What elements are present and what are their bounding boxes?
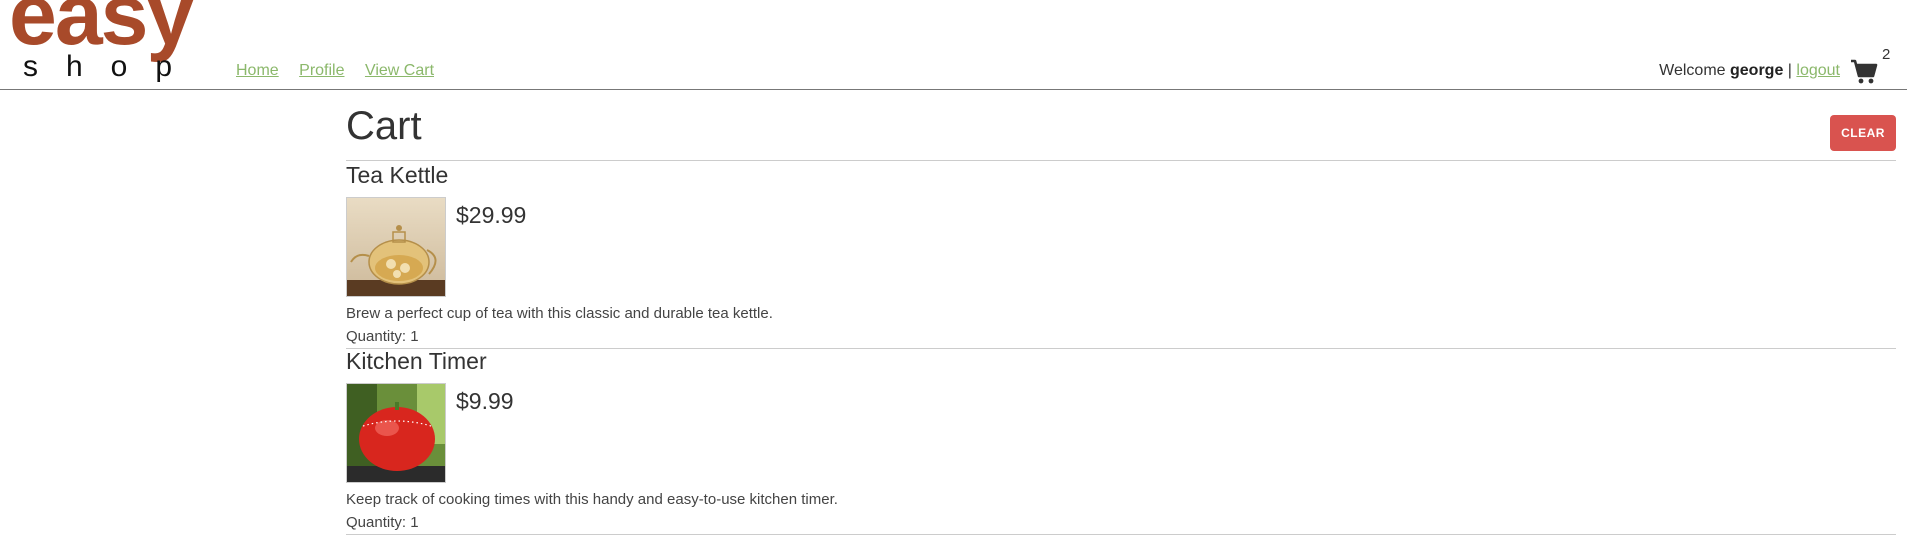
cart-count-badge: 2 xyxy=(1882,46,1891,63)
welcome-text: Welcome xyxy=(1659,62,1726,79)
item-quantity: Quantity: 1 xyxy=(346,328,419,345)
logout-link[interactable]: logout xyxy=(1796,62,1840,79)
clear-cart-button[interactable]: CLEAR xyxy=(1830,115,1896,151)
item-price: $9.99 xyxy=(456,388,514,414)
cart-item: Kitchen Timer $9.99 Keep track of cookin… xyxy=(346,348,1896,535)
user-separator: | xyxy=(1787,62,1792,79)
nav-home-link[interactable]: Home xyxy=(236,62,279,79)
item-name: Tea Kettle xyxy=(346,162,449,188)
user-area: Welcome george | logout xyxy=(1659,62,1840,80)
title-divider xyxy=(346,160,1896,161)
item-description: Brew a perfect cup of tea with this clas… xyxy=(346,305,773,322)
nav-view-cart-link[interactable]: View Cart xyxy=(365,62,434,79)
item-description: Keep track of cooking times with this ha… xyxy=(346,491,838,508)
main-nav: Home Profile View Cart xyxy=(236,62,450,80)
easy-shop-logo[interactable]: easy shop xyxy=(9,0,219,88)
site-header: easy shop Home Profile View Cart Welcome… xyxy=(0,0,1907,90)
logo-text-bottom: shop xyxy=(23,50,201,83)
cart-item: Tea Kettle $29.99 Brew a perfect cup of … xyxy=(346,162,1896,349)
username: george xyxy=(1730,62,1784,79)
item-name: Kitchen Timer xyxy=(346,348,487,374)
nav-profile-link[interactable]: Profile xyxy=(299,62,344,79)
shopping-cart-icon[interactable] xyxy=(1850,58,1878,86)
kitchen-timer-image xyxy=(346,383,446,483)
page-title: Cart xyxy=(346,104,422,148)
tea-kettle-image xyxy=(346,197,446,297)
item-price: $29.99 xyxy=(456,202,527,228)
item-quantity: Quantity: 1 xyxy=(346,514,419,531)
